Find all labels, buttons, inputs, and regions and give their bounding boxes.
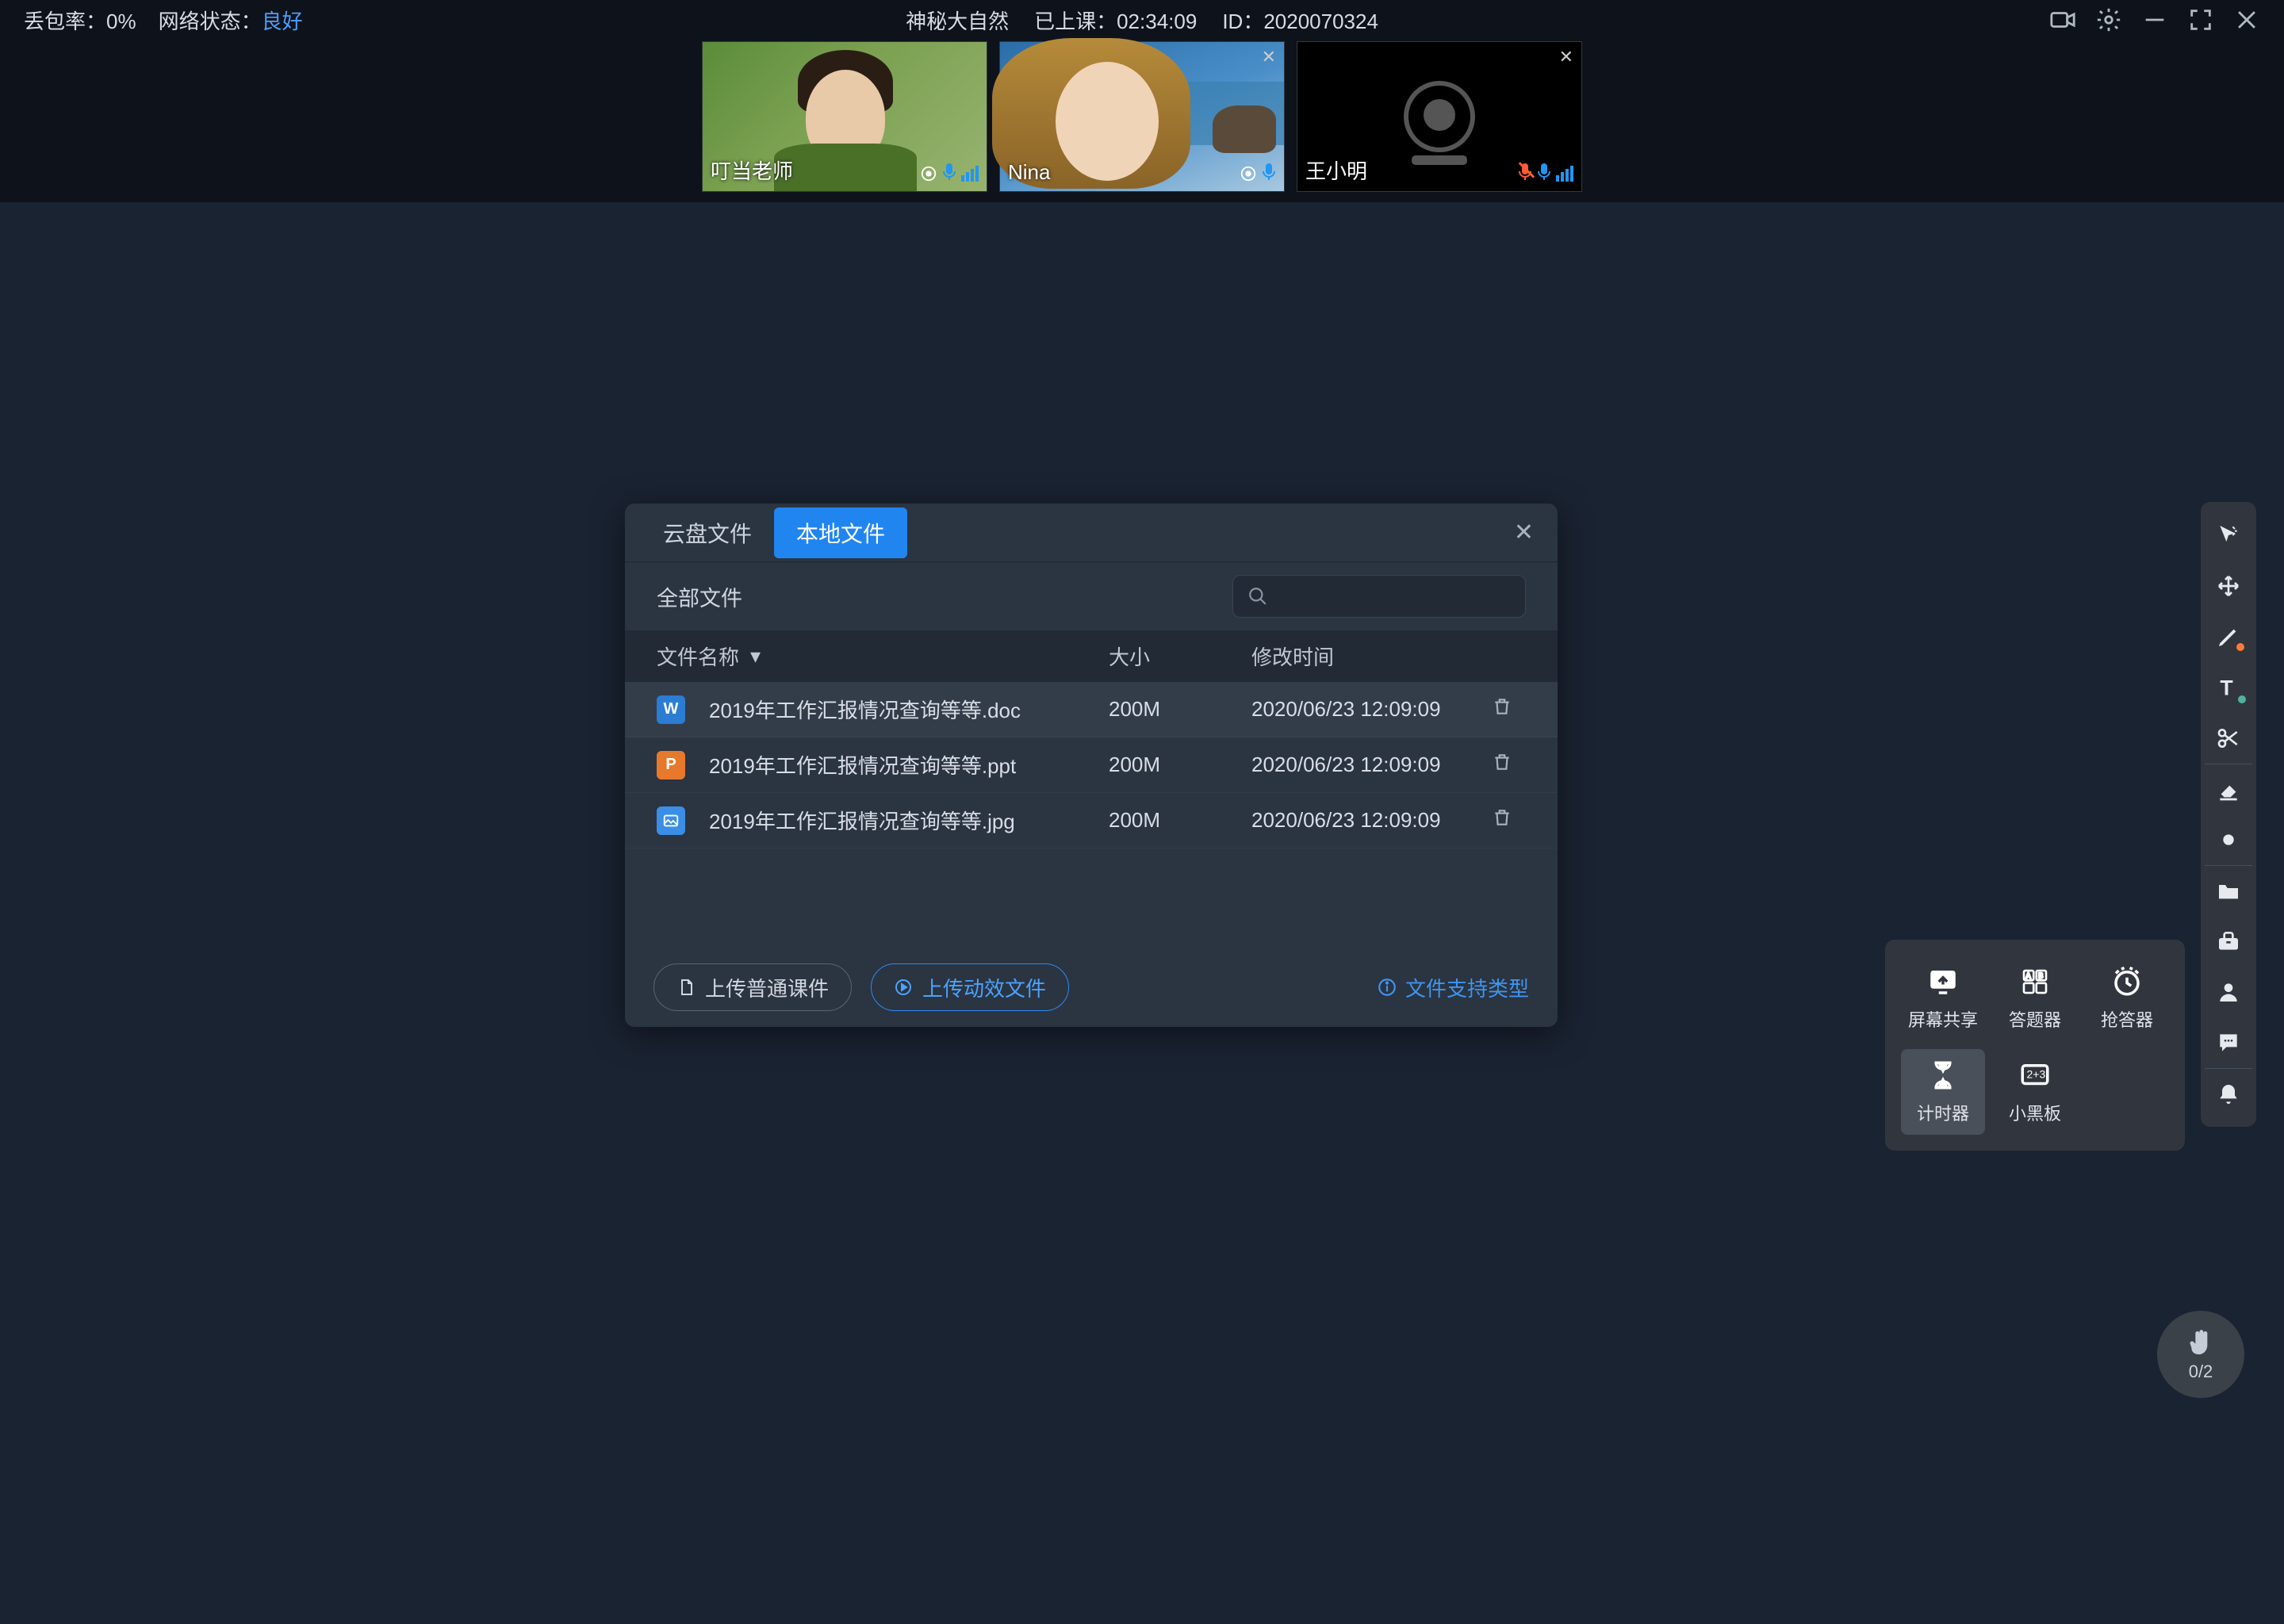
svg-text:A: A: [2026, 972, 2031, 980]
camera-off-icon: [1404, 81, 1475, 152]
video-tile-student-2[interactable]: ✕ 王小明: [1297, 41, 1582, 192]
search-input[interactable]: [1232, 575, 1526, 618]
net-status: 网络状态：良好: [159, 6, 303, 35]
info-icon: [1377, 977, 1397, 998]
packet-loss: 丢包率：0%: [24, 6, 136, 35]
file-image-icon: [657, 806, 685, 835]
side-toolbar: T: [2201, 502, 2256, 1127]
participant-name: 叮当老师: [711, 155, 793, 185]
minimize-icon[interactable]: [2141, 6, 2168, 33]
document-icon: [676, 978, 696, 997]
buzzer-icon: [2110, 965, 2144, 998]
record-icon: [920, 165, 937, 182]
delete-icon[interactable]: [1478, 752, 1526, 778]
class-title: 神秘大自然: [906, 6, 1009, 35]
signal-icon: [1556, 166, 1573, 182]
tool-user[interactable]: [2205, 967, 2252, 1017]
answer-clicker-icon: AB: [2018, 965, 2052, 998]
timer-icon: [1926, 1059, 1960, 1092]
participant-name: 王小明: [1305, 155, 1367, 185]
video-tile-student-1[interactable]: ✕ Nina: [999, 41, 1285, 192]
sort-icon: ▾: [750, 644, 761, 668]
col-header-time[interactable]: 修改时间: [1251, 642, 1478, 671]
svg-text:2+3: 2+3: [2027, 1068, 2046, 1081]
hand-icon: [2185, 1327, 2217, 1358]
mic-icon: [1537, 162, 1551, 185]
mic-icon: [1262, 162, 1276, 185]
settings-icon[interactable]: [2095, 6, 2122, 33]
tool-folder[interactable]: [2205, 865, 2252, 916]
search-icon: [1247, 586, 1268, 607]
tab-cloud-files[interactable]: 云盘文件: [641, 508, 774, 558]
filter-all-files[interactable]: 全部文件: [657, 581, 742, 612]
table-header: 文件名称 ▾ 大小 修改时间: [625, 630, 1558, 682]
video-strip: 叮当老师 ✕ Nina ✕ 王小明: [0, 40, 2284, 202]
tool-screen-share[interactable]: 屏幕共享: [1901, 956, 1985, 1041]
file-row[interactable]: 2019年工作汇报情况查询等等.jpg 200M 2020/06/23 12:0…: [625, 793, 1558, 848]
tool-bell[interactable]: [2205, 1068, 2252, 1119]
play-circle-icon: [894, 978, 913, 997]
screen-share-icon: [1926, 965, 1960, 998]
mic-icon: [942, 162, 956, 185]
supported-types-link[interactable]: 文件支持类型: [1377, 973, 1529, 1002]
file-row[interactable]: P2019年工作汇报情况查询等等.ppt 200M 2020/06/23 12:…: [625, 737, 1558, 793]
col-header-name[interactable]: 文件名称 ▾: [657, 642, 1109, 671]
mic-muted-icon: [1518, 162, 1532, 185]
tab-local-files[interactable]: 本地文件: [774, 508, 907, 558]
upload-normal-button[interactable]: 上传普通课件: [653, 963, 852, 1011]
hand-count: 0/2: [2189, 1362, 2213, 1382]
close-icon[interactable]: [2233, 6, 2260, 33]
tool-toolbox[interactable]: [2205, 916, 2252, 967]
tool-pen[interactable]: [2205, 611, 2252, 662]
camera-icon[interactable]: [2049, 6, 2076, 33]
tool-answer-clicker[interactable]: AB 答题器: [1993, 956, 2077, 1041]
svg-text:T: T: [2220, 676, 2232, 699]
delete-icon[interactable]: [1478, 696, 1526, 722]
tool-scissors[interactable]: [2205, 713, 2252, 764]
panel-close-icon[interactable]: ✕: [1506, 511, 1542, 554]
svg-text:B: B: [2038, 972, 2043, 980]
col-header-size[interactable]: 大小: [1109, 642, 1251, 671]
file-row[interactable]: W2019年工作汇报情况查询等等.doc 200M 2020/06/23 12:…: [625, 682, 1558, 737]
blackboard-icon: 2+3: [2018, 1059, 2052, 1092]
record-icon: [1240, 165, 1257, 182]
tool-popup: 屏幕共享 AB 答题器 抢答器 计时器 2+3 小黑板: [1885, 940, 2185, 1151]
signal-icon: [961, 166, 979, 182]
file-ppt-icon: P: [657, 751, 685, 779]
tool-chat[interactable]: [2205, 1017, 2252, 1068]
file-panel: 云盘文件 本地文件 ✕ 全部文件 文件名称 ▾ 大小 修改时间 W2019年工作…: [625, 504, 1558, 1027]
tool-laser[interactable]: [2205, 814, 2252, 865]
tile-close-icon[interactable]: ✕: [1262, 47, 1276, 67]
raise-hand-badge[interactable]: 0/2: [2157, 1311, 2244, 1398]
tool-eraser[interactable]: [2205, 764, 2252, 814]
tool-mini-blackboard[interactable]: 2+3 小黑板: [1993, 1049, 2077, 1135]
tool-text[interactable]: T: [2205, 662, 2252, 713]
upload-dynamic-button[interactable]: 上传动效文件: [871, 963, 1069, 1011]
file-doc-icon: W: [657, 695, 685, 724]
participant-name: Nina: [1008, 160, 1050, 185]
fullscreen-icon[interactable]: [2187, 6, 2214, 33]
video-tile-teacher[interactable]: 叮当老师: [702, 41, 987, 192]
tool-move[interactable]: [2205, 561, 2252, 611]
delete-icon[interactable]: [1478, 807, 1526, 833]
tool-timer[interactable]: 计时器: [1901, 1049, 1985, 1135]
elapsed-time: 已上课：02:34:09: [1034, 6, 1197, 35]
tile-close-icon[interactable]: ✕: [1559, 47, 1573, 67]
session-id: ID：2020070324: [1222, 6, 1378, 35]
tool-buzzer[interactable]: 抢答器: [2085, 956, 2169, 1041]
tool-cursor[interactable]: [2205, 510, 2252, 561]
top-bar: 丢包率：0% 网络状态：良好 神秘大自然 已上课：02:34:09 ID：202…: [0, 0, 2284, 40]
